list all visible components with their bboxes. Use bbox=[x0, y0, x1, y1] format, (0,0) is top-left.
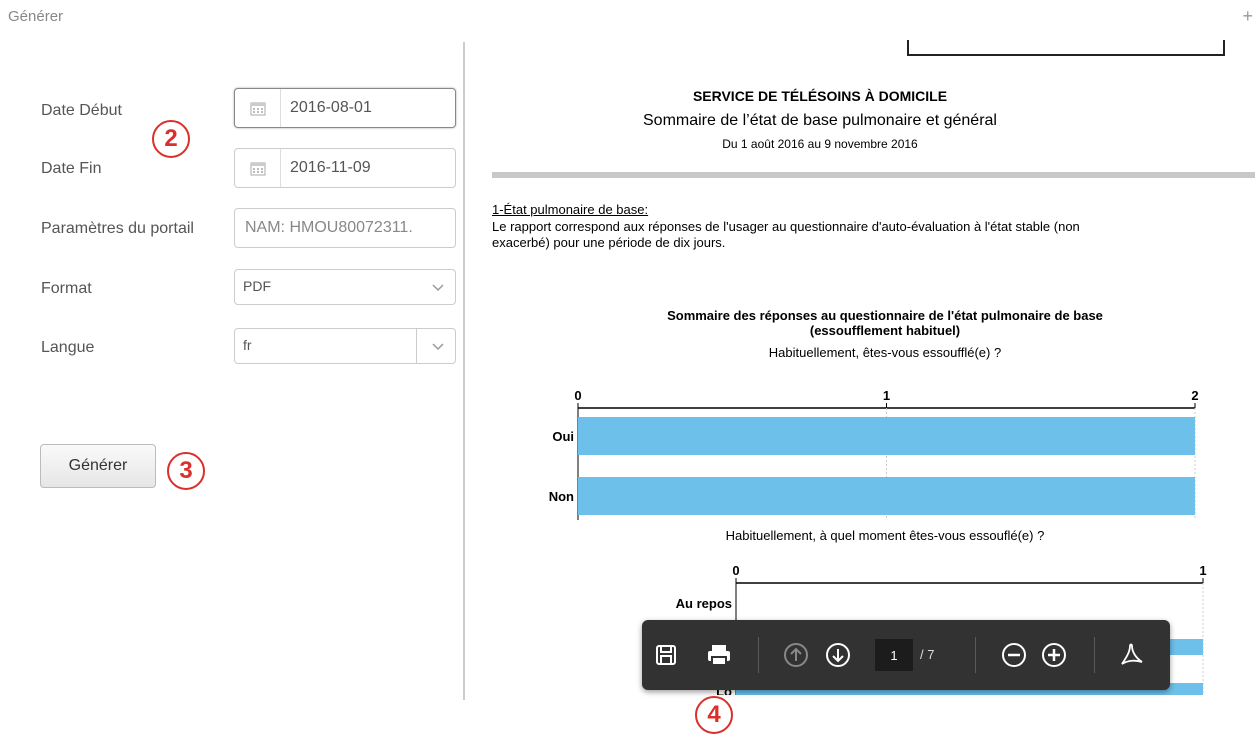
section-body-line2: exacerbé) pour une période de dix jours. bbox=[492, 235, 726, 250]
doc-header-bracket bbox=[907, 40, 1225, 56]
zoom-in-icon[interactable] bbox=[1036, 637, 1072, 673]
select-divider bbox=[416, 329, 417, 363]
add-button[interactable]: + bbox=[1242, 6, 1253, 27]
format-value: PDF bbox=[243, 278, 271, 294]
page-down-icon[interactable] bbox=[820, 637, 856, 673]
category-label: Au repos bbox=[676, 596, 732, 611]
page-up-icon[interactable] bbox=[778, 637, 814, 673]
date-fin-label: Date Fin bbox=[41, 160, 102, 177]
chart2-title: Habituellement, à quel moment êtes-vous … bbox=[725, 528, 1045, 543]
tick-label: 1 bbox=[883, 388, 890, 403]
date-debut-field[interactable]: 2016-08-01 bbox=[234, 88, 456, 128]
tick-label: 0 bbox=[732, 565, 739, 578]
bar bbox=[578, 417, 1195, 455]
langue-select[interactable]: fr bbox=[234, 328, 456, 364]
doc-org-title: SERVICE DE TÉLÉSOINS À DOMICILE bbox=[692, 88, 948, 104]
section-body-line1: Le rapport correspond aux réponses de l'… bbox=[492, 219, 1080, 234]
tick-label: 2 bbox=[1191, 388, 1198, 403]
annotation-step-4: 4 bbox=[695, 696, 733, 734]
acrobat-icon[interactable] bbox=[1113, 637, 1149, 673]
doc-separator bbox=[492, 172, 1255, 178]
annotation-step-3: 3 bbox=[167, 452, 205, 490]
chart1-svg: 0 1 2 Oui Non bbox=[549, 388, 1199, 520]
date-fin-value: 2016-11-09 bbox=[290, 159, 371, 176]
tick-label: 0 bbox=[574, 388, 581, 403]
parametres-field[interactable]: NAM: HMOU80072311. bbox=[234, 208, 456, 248]
panel-divider bbox=[463, 42, 465, 700]
zoom-out-icon[interactable] bbox=[996, 637, 1032, 673]
generate-button[interactable]: Générer bbox=[40, 444, 156, 488]
format-label: Format bbox=[41, 280, 92, 297]
parametres-label: Paramètres du portail bbox=[41, 220, 194, 237]
calendar-icon[interactable] bbox=[235, 89, 281, 127]
print-icon[interactable] bbox=[701, 637, 737, 673]
chart1-title: Habituellement, êtes-vous essoufflé(e) ? bbox=[768, 345, 1002, 360]
langue-label: Langue bbox=[41, 339, 95, 356]
parametres-value: NAM: HMOU80072311. bbox=[245, 219, 413, 236]
category-label: Non bbox=[549, 489, 574, 504]
date-fin-field[interactable]: 2016-11-09 bbox=[234, 148, 456, 188]
page-title: Générer bbox=[8, 8, 64, 25]
save-icon[interactable] bbox=[648, 637, 684, 673]
chevron-down-icon bbox=[431, 280, 445, 297]
format-select[interactable]: PDF bbox=[234, 269, 456, 305]
page-number-input[interactable]: 1 bbox=[875, 639, 913, 671]
date-debut-value: 2016-08-01 bbox=[290, 99, 372, 116]
annotation-step-2: 2 bbox=[152, 120, 190, 158]
calendar-icon[interactable] bbox=[235, 149, 281, 187]
pdf-toolbar: 1 / 7 bbox=[642, 620, 1170, 690]
toolbar-divider bbox=[1094, 637, 1095, 673]
tick-label: 1 bbox=[1199, 565, 1206, 578]
toolbar-divider bbox=[758, 637, 759, 673]
toolbar-divider bbox=[975, 637, 976, 673]
category-label: Oui bbox=[552, 429, 574, 444]
bar bbox=[578, 477, 1195, 515]
date-debut-label: Date Début bbox=[41, 102, 122, 119]
page-total: / 7 bbox=[920, 647, 935, 662]
chart-main-title-1: Sommaire des réponses au questionnaire d… bbox=[667, 308, 1103, 323]
doc-date-range: Du 1 août 2016 au 9 novembre 2016 bbox=[722, 137, 918, 151]
chart-main-title-2: (essoufflement habituel) bbox=[809, 323, 961, 338]
chevron-down-icon bbox=[431, 339, 445, 356]
section-heading: 1-État pulmonaire de base: bbox=[492, 202, 649, 217]
langue-value: fr bbox=[243, 337, 252, 353]
doc-subtitle: Sommaire de l’état de base pulmonaire et… bbox=[643, 112, 997, 129]
